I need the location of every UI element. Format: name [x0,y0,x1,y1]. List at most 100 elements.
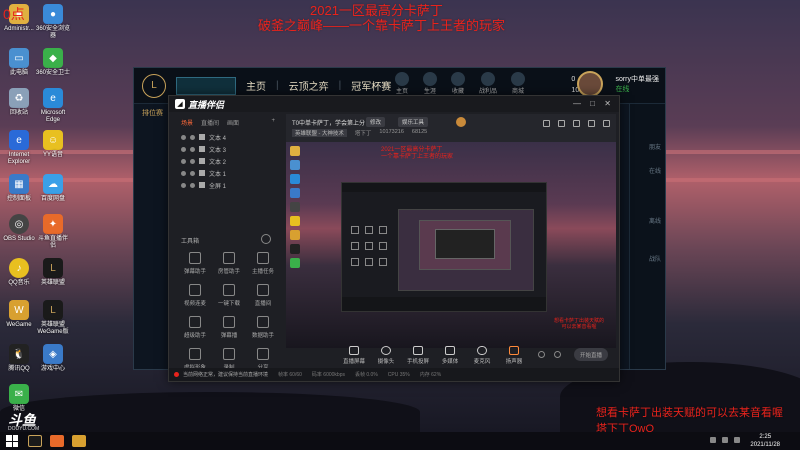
tool-download[interactable]: 一键下载 [213,284,245,307]
eye-icon[interactable] [181,182,186,188]
record-icon[interactable] [538,351,545,358]
desktop-icon[interactable]: ☺ YY语音 [36,130,70,159]
minimize-icon[interactable]: — [573,99,581,108]
desktop-icon[interactable]: e Internet Explorer [2,130,36,166]
desktop-icon[interactable]: ✉ 微信 [2,384,36,413]
lock-icon[interactable] [190,134,195,140]
lol-loot-button[interactable]: 战利品 [479,72,497,95]
desktop-icon[interactable]: ▦ 控制面板 [2,174,36,203]
stream-preview[interactable]: 2021一区最高分卡萨丁 一个靠卡萨丁上王者的玩家 想看卡萨丁出装天赋的 可以去… [286,142,616,348]
close-icon[interactable]: ✕ [604,99,611,108]
gear-icon[interactable] [261,234,271,244]
copy-icon[interactable] [543,120,550,127]
desktop-icon[interactable]: ● 360安全浏览器 [36,4,70,40]
camera-button[interactable]: 摄像头 [374,344,398,365]
scene-item[interactable]: 文本 3 [177,143,279,155]
desktop-icon[interactable]: ✦ 斗鱼直播伴侣 [36,214,70,250]
tray-ime-icon[interactable] [734,437,740,443]
tool-video-link[interactable]: 视频连麦 [179,284,211,307]
room-title: T0中单卡萨丁，学会第上分 [292,121,366,127]
desktop-icon[interactable]: ◆ 360安全卫士 [36,48,70,77]
home-icon [394,72,409,86]
add-icon[interactable]: + [271,118,275,127]
tray-volume-icon[interactable] [722,437,728,443]
desktop-icon[interactable]: ☁ 百度网盘 [36,174,70,203]
maximize-icon[interactable]: □ [590,99,595,108]
taskbar-douyu-icon[interactable] [50,435,64,447]
scene-item[interactable]: 文本 4 [177,131,279,143]
eye-icon[interactable] [181,146,186,152]
more-icon[interactable] [603,120,610,127]
scene-item[interactable]: 全屏 1 [177,179,279,191]
avatar[interactable] [577,71,603,97]
tab-canvas[interactable]: 画面 [227,118,239,127]
tool-danmaku-play[interactable]: 弹幕播 [213,316,245,339]
video-icon [189,284,201,296]
lol-collection-button[interactable]: 收藏 [450,72,465,95]
lock-icon[interactable] [190,182,195,188]
scene-item[interactable]: 文本 2 [177,155,279,167]
lock-icon[interactable] [190,146,195,152]
shield-icon: ◆ [43,48,63,68]
gift-icon[interactable] [558,120,565,127]
nav-championship[interactable]: 冠军杯赛 [351,78,391,93]
edge-icon: e [43,88,63,108]
tool-danmaku[interactable]: 弹幕助手 [179,252,211,275]
tab-scenes[interactable]: 场景 [181,118,193,127]
desktop-icon[interactable]: L 英雄联盟WeGame版 [36,300,70,336]
taskbar-wegame-icon[interactable] [72,435,86,447]
lol-profile-button[interactable]: 生涯 [422,72,437,95]
eye-icon[interactable] [181,158,186,164]
room-category[interactable]: 英雄联盟 - 大神技术 [292,129,347,137]
lock-icon[interactable] [190,158,195,164]
tool-tasks[interactable]: 主播任务 [247,252,279,275]
browser-icon: ● [43,4,63,24]
tab-room[interactable]: 直播间 [201,118,219,127]
tool-room-admin[interactable]: 房管助手 [213,252,245,275]
qq-icon: 🐧 [9,344,29,364]
multimedia-button[interactable]: 多媒体 [438,344,462,365]
desktop-icon[interactable]: e Microsoft Edge [36,88,70,124]
speaker-button[interactable]: 扬声器 [502,344,526,365]
eye-icon[interactable] [181,170,186,176]
lol-home-button[interactable]: 主页 [394,72,409,95]
desktop-icon[interactable]: W WeGame [2,300,36,329]
desktop-icon[interactable]: ♻ 回收站 [2,88,36,117]
desktop-icon[interactable]: ▭ 此电脑 [2,48,36,77]
tool-data[interactable]: 数据助手 [247,316,279,339]
lol-store-button[interactable]: 商城 [511,72,525,95]
nav-home[interactable]: 主页 [246,78,266,93]
entertainment-tools-button[interactable]: 娱乐工具 [398,117,429,127]
avatar[interactable] [456,117,466,127]
eye-icon[interactable] [181,134,186,140]
settings-icon[interactable] [554,351,561,358]
settings-icon[interactable] [573,120,580,127]
tool-room[interactable]: 直播间 [247,284,279,307]
microphone-button[interactable]: 麦克风 [470,344,494,365]
start-live-button[interactable]: 开始直播 [574,348,608,361]
tool-super[interactable]: 超级助手 [179,316,211,339]
wechat-icon: ✉ [9,384,29,404]
screen-capture-button[interactable]: 直播屏幕 [342,344,366,365]
nested-tool [365,226,373,234]
lol-logo-icon[interactable]: L [142,73,166,98]
desktop-icon[interactable]: ◎ OBS Studio [2,214,36,243]
lock-icon[interactable] [190,170,195,176]
desktop-icon[interactable]: ♪ QQ音乐 [2,258,36,287]
windows-start-icon[interactable] [6,435,18,447]
scene-item[interactable]: 文本 1 [177,167,279,179]
clock[interactable]: 2:25 2021/11/28 [750,433,780,449]
phone-cast-button[interactable]: 手机投屏 [406,344,430,365]
user-status: 在线 [615,86,630,93]
data-icon [257,316,269,328]
taskbar-lol-icon[interactable] [28,435,42,447]
share-icon[interactable] [588,120,595,127]
desktop-icon[interactable]: 🐧 腾讯QQ [2,344,36,373]
preview-icon [290,216,300,226]
desktop-icon[interactable]: L 英雄联盟 [36,258,70,287]
play-button[interactable] [176,76,236,95]
desktop-icon[interactable]: ◈ 游戏中心 [36,344,70,373]
tray-network-icon[interactable] [710,437,716,443]
nav-tft[interactable]: 云顶之弈 [289,78,329,93]
edit-title-button[interactable]: 修改 [366,117,386,127]
